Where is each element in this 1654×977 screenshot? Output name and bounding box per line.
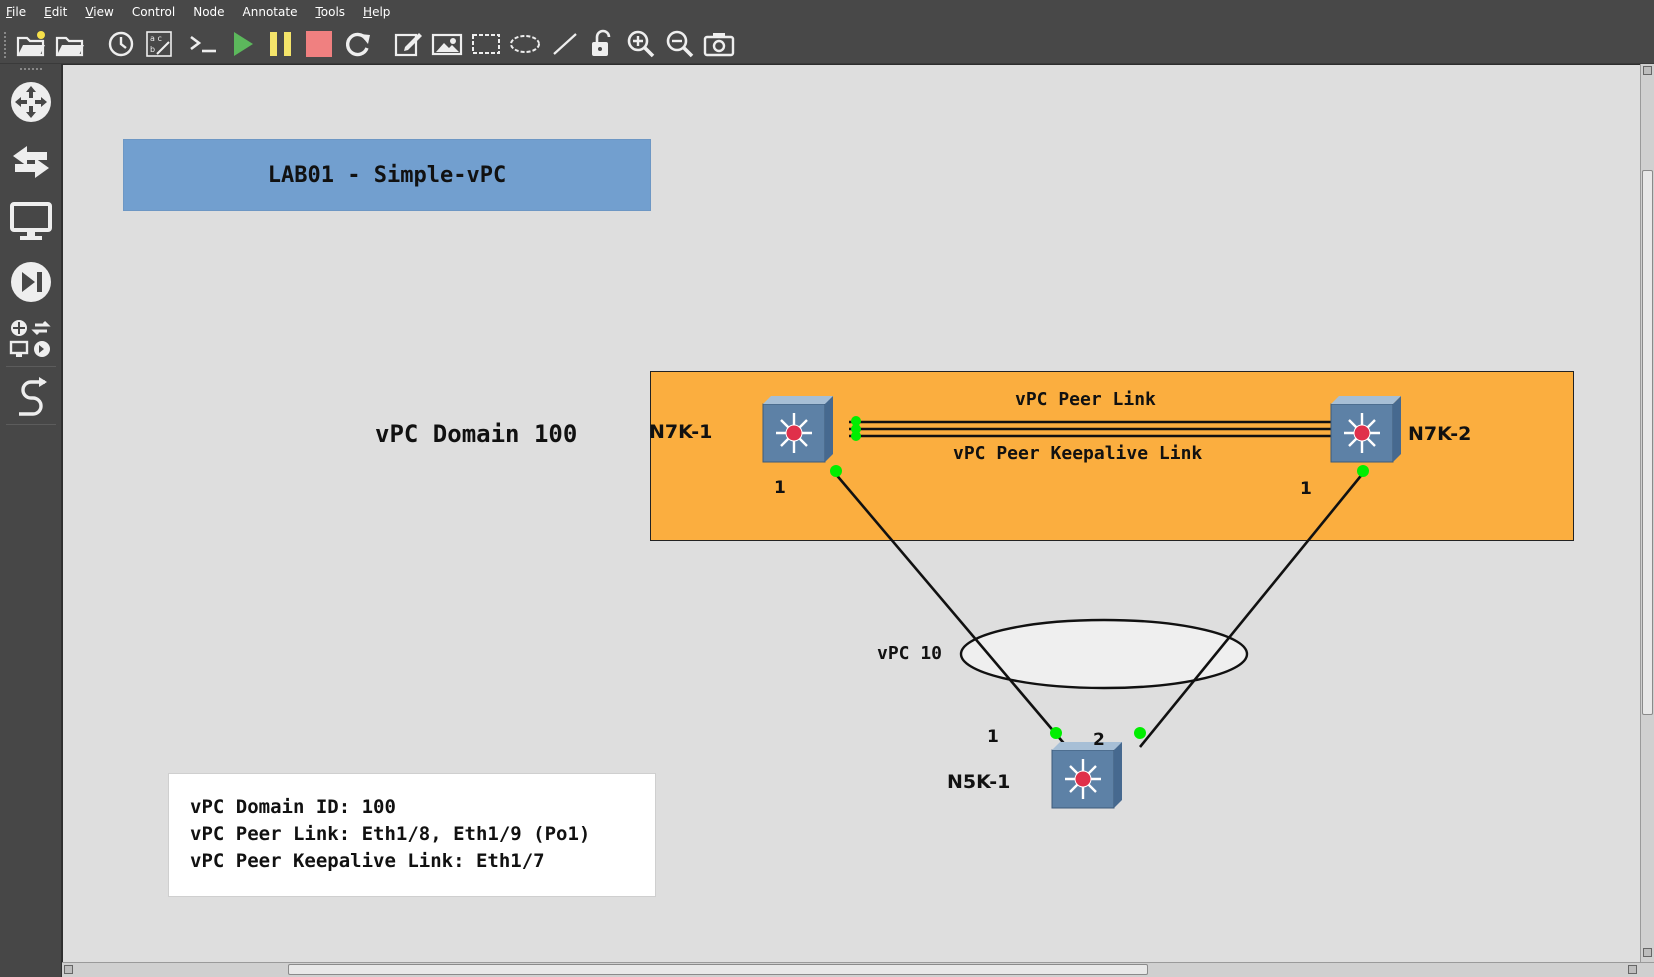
open-project-icon[interactable] bbox=[53, 28, 87, 60]
menu-help[interactable]: Help bbox=[363, 5, 390, 19]
n7k1-hostname[interactable]: N7K-1 bbox=[649, 421, 712, 443]
vertical-scroll-thumb[interactable] bbox=[1642, 170, 1653, 715]
all-devices-icon[interactable] bbox=[6, 312, 56, 364]
scroll-down-arrow[interactable] bbox=[1643, 948, 1652, 957]
show-interface-labels-icon[interactable]: a c b bbox=[142, 28, 176, 60]
end-devices-icon[interactable] bbox=[6, 196, 56, 248]
n7k2-hostname[interactable]: N7K-2 bbox=[1408, 423, 1471, 445]
routers-icon[interactable] bbox=[6, 76, 56, 128]
zoom-out-icon[interactable] bbox=[663, 28, 697, 60]
link-n7k1-n5k1[interactable] bbox=[833, 471, 1068, 748]
dock-separator bbox=[6, 366, 56, 367]
security-devices-icon[interactable] bbox=[6, 256, 56, 308]
dock-separator bbox=[6, 424, 56, 425]
peer-link-label[interactable]: vPC Peer Link bbox=[1015, 389, 1156, 410]
vertical-scrollbar[interactable] bbox=[1640, 64, 1654, 962]
port-status-dot bbox=[1357, 465, 1369, 477]
scroll-left-arrow[interactable] bbox=[64, 965, 73, 974]
port-label-n5k1-1[interactable]: 1 bbox=[987, 727, 999, 747]
pause-icon[interactable] bbox=[264, 28, 298, 60]
reload-icon[interactable] bbox=[341, 28, 375, 60]
draw-ellipse-icon[interactable] bbox=[508, 28, 542, 60]
add-link-icon[interactable] bbox=[6, 370, 56, 422]
menu-edit[interactable]: Edit bbox=[44, 5, 67, 19]
horizontal-scroll-thumb[interactable] bbox=[288, 964, 1148, 975]
note-line: vPC Peer Keepalive Link: Eth1/7 bbox=[190, 850, 545, 872]
link-n7k2-n5k1[interactable] bbox=[1138, 471, 1366, 748]
vpc-notes-box[interactable]: vPC Domain ID: 100 vPC Peer Link: Eth1/8… bbox=[168, 773, 656, 897]
draw-line-icon[interactable] bbox=[548, 28, 582, 60]
menu-bar: File Edit View Control Node Annotate Too… bbox=[0, 0, 1654, 24]
svg-text:b: b bbox=[150, 45, 155, 54]
snapshot-clock-icon[interactable] bbox=[104, 28, 138, 60]
stop-icon[interactable] bbox=[302, 28, 336, 60]
n7k2-switch-icon[interactable] bbox=[1329, 396, 1403, 464]
menu-view[interactable]: View bbox=[85, 5, 113, 19]
menu-tools[interactable]: Tools bbox=[315, 5, 345, 19]
port-label-n7k1[interactable]: 1 bbox=[774, 478, 786, 498]
switches-icon[interactable] bbox=[6, 136, 56, 188]
svg-text:a c: a c bbox=[150, 34, 162, 43]
port-label-n7k2[interactable]: 1 bbox=[1300, 479, 1312, 499]
toolbar-grip[interactable] bbox=[4, 32, 8, 58]
insert-image-icon[interactable] bbox=[430, 28, 464, 60]
port-label-n5k1-2[interactable]: 2 bbox=[1093, 730, 1105, 750]
port-status-dot bbox=[1050, 727, 1062, 739]
menu-file[interactable]: File bbox=[6, 5, 26, 19]
horizontal-scrollbar[interactable] bbox=[62, 962, 1654, 977]
screenshot-icon[interactable] bbox=[702, 28, 736, 60]
n5k1-switch-icon[interactable] bbox=[1050, 742, 1124, 810]
zoom-in-icon[interactable] bbox=[624, 28, 658, 60]
start-icon[interactable] bbox=[226, 28, 260, 60]
console-icon[interactable] bbox=[186, 28, 220, 60]
n5k1-hostname[interactable]: N5K-1 bbox=[947, 771, 1010, 793]
toolbar: a c b bbox=[0, 24, 1654, 64]
n7k1-switch-icon[interactable] bbox=[761, 396, 835, 464]
keepalive-link-label[interactable]: vPC Peer Keepalive Link bbox=[953, 443, 1202, 464]
add-note-icon[interactable] bbox=[391, 28, 425, 60]
scroll-up-arrow[interactable] bbox=[1643, 66, 1652, 75]
port-status-dot bbox=[1134, 727, 1146, 739]
vpc10-ellipse[interactable] bbox=[959, 618, 1249, 690]
port-status-dot bbox=[851, 431, 861, 441]
draw-rectangle-icon[interactable] bbox=[469, 28, 503, 60]
vpc10-label[interactable]: vPC 10 bbox=[877, 643, 942, 664]
scroll-right-arrow[interactable] bbox=[1628, 965, 1637, 974]
note-line: vPC Domain ID: 100 bbox=[190, 796, 396, 818]
topology-canvas[interactable]: LAB01 - Simple-vPC vPC Domain 100 vPC Pe… bbox=[62, 64, 1640, 962]
note-line: vPC Peer Link: Eth1/8, Eth1/9 (Po1) bbox=[190, 823, 591, 845]
dock-grip[interactable] bbox=[20, 68, 42, 72]
menu-annotate[interactable]: Annotate bbox=[243, 5, 298, 19]
menu-node[interactable]: Node bbox=[193, 5, 224, 19]
port-status-dot bbox=[830, 465, 842, 477]
device-dock bbox=[0, 64, 62, 977]
menu-control[interactable]: Control bbox=[132, 5, 175, 19]
new-project-icon[interactable] bbox=[14, 28, 48, 60]
lock-icon[interactable] bbox=[585, 28, 619, 60]
